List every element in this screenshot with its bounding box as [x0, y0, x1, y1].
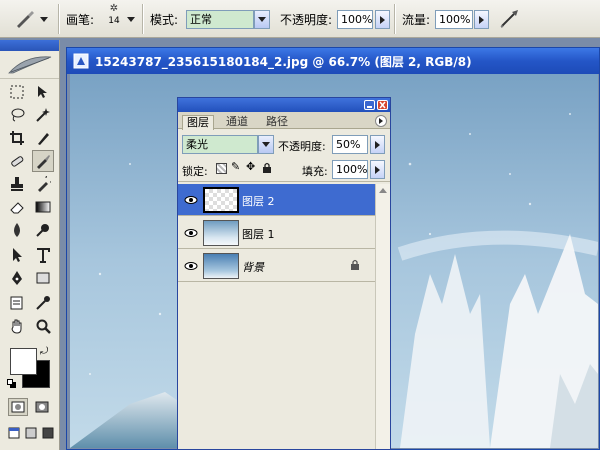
layer-name: 图层 1	[242, 228, 275, 241]
tab-layers[interactable]: 图层	[182, 115, 214, 130]
layer-thumbnail	[203, 253, 239, 279]
path-selection-tool[interactable]	[6, 244, 28, 266]
layers-panel: 图层 通道 路径 柔光 不透明度: 50% 锁定: ✎ ✥ 填充: 100% 图…	[177, 97, 391, 450]
brush-size: 14	[108, 16, 120, 26]
blend-opacity-row: 柔光 不透明度: 50%	[178, 133, 390, 155]
toolbox-titlebar[interactable]	[0, 40, 59, 51]
options-bar: 画笔: ✲ 14 模式: 正常 不透明度: 100% 流量: 100%	[0, 0, 600, 38]
lock-pixels-icon[interactable]: ✎	[231, 160, 240, 173]
layers-list: 图层 2 图层 1 背景	[178, 184, 375, 449]
lock-all-icon[interactable]	[262, 162, 272, 177]
standard-mode-button[interactable]	[8, 398, 28, 416]
fill-arrow-button[interactable]	[370, 160, 385, 179]
lock-transparency-icon[interactable]	[216, 163, 227, 174]
flow-label: 流量:	[402, 12, 431, 27]
foreground-color-swatch[interactable]	[10, 348, 37, 375]
fill-input[interactable]: 100%	[332, 160, 368, 179]
panel-tabs: 图层 通道 路径	[178, 112, 390, 130]
visibility-eye-icon[interactable]	[184, 226, 198, 240]
layer-thumbnail	[203, 220, 239, 246]
photoshop-document-icon	[73, 53, 89, 69]
blend-mode-dropdown-button[interactable]	[258, 135, 274, 154]
mode-dropdown-button[interactable]	[254, 10, 270, 29]
flow-arrow-button[interactable]	[474, 10, 489, 29]
quick-mask-mode-button[interactable]	[32, 398, 52, 416]
dodge-tool[interactable]	[32, 219, 54, 241]
marquee-tool[interactable]	[6, 81, 28, 103]
minimize-button[interactable]	[364, 100, 375, 110]
blur-tool[interactable]	[6, 219, 28, 241]
brush-tool[interactable]	[32, 150, 54, 172]
layer-name: 背景	[242, 261, 264, 274]
preset-dropdown-arrow[interactable]	[40, 0, 48, 38]
layer-lock-icon	[350, 259, 360, 274]
document-title: 15243787_235615180184_2.jpg @ 66.7% (图层 …	[95, 54, 472, 69]
tab-channels[interactable]: 通道	[222, 115, 252, 130]
pen-tool[interactable]	[6, 267, 28, 289]
opacity-label: 不透明度:	[280, 12, 333, 27]
opacity-arrow-button[interactable]	[375, 10, 390, 29]
layer-opacity-input[interactable]: 50%	[332, 135, 368, 154]
panel-opacity-label: 不透明度:	[278, 140, 326, 153]
fill-label: 填充:	[302, 165, 328, 178]
mode-select[interactable]: 正常	[186, 10, 254, 29]
lock-label: 锁定:	[182, 165, 208, 178]
layer-row-background[interactable]: 背景	[178, 250, 375, 282]
mode-label: 模式:	[150, 12, 179, 27]
shape-tool[interactable]	[32, 267, 54, 289]
document-titlebar[interactable]: 15243787_235615180184_2.jpg @ 66.7% (图层 …	[67, 48, 599, 74]
brush-dropdown-arrow[interactable]	[127, 0, 135, 38]
brush-picker[interactable]: ✲ 14	[104, 3, 124, 35]
panel-titlebar[interactable]	[178, 98, 390, 112]
clone-stamp-tool[interactable]	[6, 173, 28, 195]
blend-mode-select[interactable]: 柔光	[182, 135, 258, 154]
crop-tool[interactable]	[6, 127, 28, 149]
magic-wand-tool[interactable]	[32, 104, 54, 126]
swap-colors-icon[interactable]: ⤾	[40, 346, 48, 357]
history-brush-tool[interactable]	[32, 173, 54, 195]
full-screen-mode-button[interactable]	[41, 426, 55, 440]
zoom-tool[interactable]	[32, 315, 54, 337]
layer-thumbnail	[203, 187, 239, 213]
notes-tool[interactable]	[6, 292, 28, 314]
flow-input[interactable]: 100%	[435, 10, 473, 29]
airbrush-icon[interactable]	[498, 0, 522, 38]
brush-preset-icon[interactable]	[14, 0, 36, 38]
lasso-tool[interactable]	[6, 104, 28, 126]
layer-opacity-arrow-button[interactable]	[370, 135, 385, 154]
feather-logo-icon	[0, 51, 59, 79]
toolbox: ⤾	[0, 40, 60, 450]
visibility-eye-icon[interactable]	[184, 259, 198, 273]
full-screen-menu-mode-button[interactable]	[24, 426, 38, 440]
slice-tool[interactable]	[32, 127, 54, 149]
hand-tool[interactable]	[6, 315, 28, 337]
healing-brush-tool[interactable]	[6, 150, 28, 172]
gradient-tool[interactable]	[32, 196, 54, 218]
brush-label: 画笔:	[66, 12, 95, 27]
lock-position-icon[interactable]: ✥	[246, 160, 255, 173]
eraser-tool[interactable]	[6, 196, 28, 218]
type-tool[interactable]	[32, 244, 54, 266]
layer-row-layer-2[interactable]: 图层 2	[178, 184, 375, 216]
tab-paths[interactable]: 路径	[262, 115, 292, 130]
layer-name: 图层 2	[242, 195, 275, 208]
panel-menu-button[interactable]	[375, 115, 387, 127]
move-tool[interactable]	[32, 81, 54, 103]
default-colors-icon[interactable]	[7, 379, 16, 388]
opacity-input[interactable]: 100%	[337, 10, 373, 29]
standard-screen-mode-button[interactable]	[7, 426, 21, 440]
lock-fill-row: 锁定: ✎ ✥ 填充: 100%	[178, 158, 390, 182]
layers-scrollbar[interactable]	[375, 184, 390, 449]
layer-row-layer-1[interactable]: 图层 1	[178, 217, 375, 249]
eyedropper-tool[interactable]	[32, 292, 54, 314]
brush-tip-icon: ✲	[109, 3, 119, 14]
scroll-up-icon[interactable]	[379, 188, 387, 193]
visibility-eye-icon[interactable]	[184, 193, 198, 207]
close-button[interactable]	[377, 100, 388, 110]
